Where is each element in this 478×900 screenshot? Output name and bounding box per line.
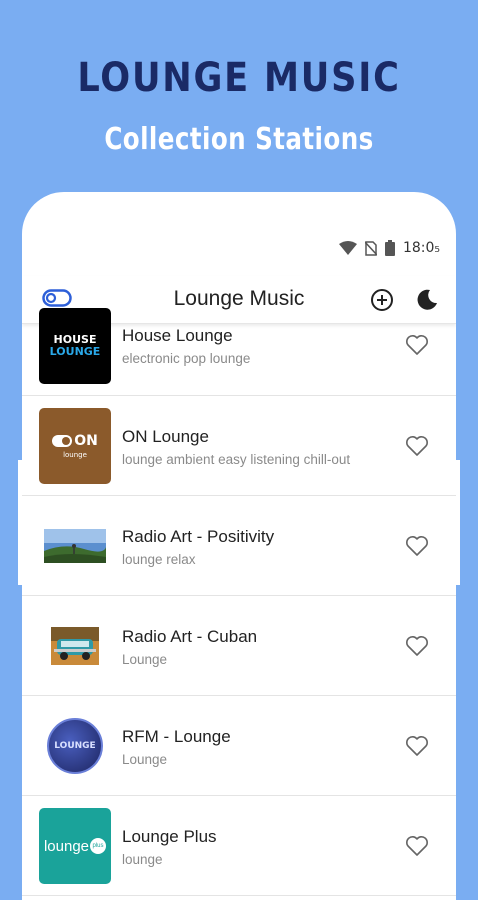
phone-screen: 18:0₅ Lounge Music HOUSE LOUNGE House Lo… (22, 192, 456, 900)
station-tags: lounge relax (122, 552, 196, 567)
station-tags: lounge ambient easy listening chill-out (122, 452, 351, 467)
status-time: 18:0₅ (402, 240, 440, 256)
phone-side-button (456, 460, 460, 585)
station-name: House Lounge (122, 326, 233, 345)
station-name: Radio Art - Positivity (122, 527, 275, 546)
station-tags: Lounge (122, 652, 168, 667)
station-name: RFM - Lounge (122, 727, 231, 746)
station-name: ON Lounge (122, 427, 209, 446)
station-tags: lounge (122, 852, 163, 867)
logo-text: lounge (63, 451, 87, 459)
logo-text: LOUNGE (49, 345, 101, 358)
station-item[interactable]: LOUNGE RFM - Lounge Lounge (22, 696, 456, 796)
heart-outline-icon[interactable] (405, 635, 429, 661)
station-logo: lounge plus (39, 808, 111, 884)
station-tags: Lounge (122, 752, 168, 767)
station-logo: HOUSE LOUNGE (39, 308, 111, 384)
station-item[interactable]: HOUSE LOUNGE House Lounge electronic pop… (22, 308, 456, 396)
toggle-logo-icon (52, 435, 73, 447)
station-name: Lounge Plus (122, 827, 217, 846)
moon-icon[interactable] (416, 288, 438, 314)
station-logo (39, 608, 111, 684)
vintage-car-image (51, 627, 99, 665)
station-item[interactable]: Radio Art - Cuban Lounge (22, 596, 456, 696)
logo-text: ON (74, 433, 98, 449)
add-circle-icon[interactable] (370, 288, 394, 316)
battery-icon (384, 240, 395, 256)
promo-subtitle: Collection Stations (104, 122, 374, 157)
station-logo: LOUNGE (39, 708, 111, 784)
logo-text: plus (90, 838, 107, 854)
no-sim-icon (364, 240, 377, 256)
heart-outline-icon[interactable] (405, 535, 429, 561)
heart-outline-icon[interactable] (405, 835, 429, 861)
heart-outline-icon[interactable] (405, 435, 429, 461)
heart-outline-icon[interactable] (405, 735, 429, 761)
station-item[interactable]: lounge plus Lounge Plus lounge (22, 796, 456, 896)
wifi-icon (338, 241, 357, 255)
station-list: HOUSE LOUNGE House Lounge electronic pop… (22, 308, 456, 896)
station-item[interactable]: ON lounge ON Lounge lounge ambient easy … (22, 396, 456, 496)
logo-text: LOUNGE (54, 741, 96, 751)
promo-title: LOUNGE MUSIC (77, 55, 401, 101)
station-logo: ON lounge (39, 408, 111, 484)
heart-outline-icon[interactable] (405, 334, 429, 360)
station-item[interactable]: Radio Art - Positivity lounge relax (22, 496, 456, 596)
landscape-image (44, 529, 106, 563)
station-name: Radio Art - Cuban (122, 627, 258, 646)
station-logo (39, 508, 111, 584)
logo-text: lounge (43, 837, 90, 855)
status-bar: 18:0₅ (338, 240, 440, 256)
station-tags: electronic pop lounge (122, 351, 251, 366)
